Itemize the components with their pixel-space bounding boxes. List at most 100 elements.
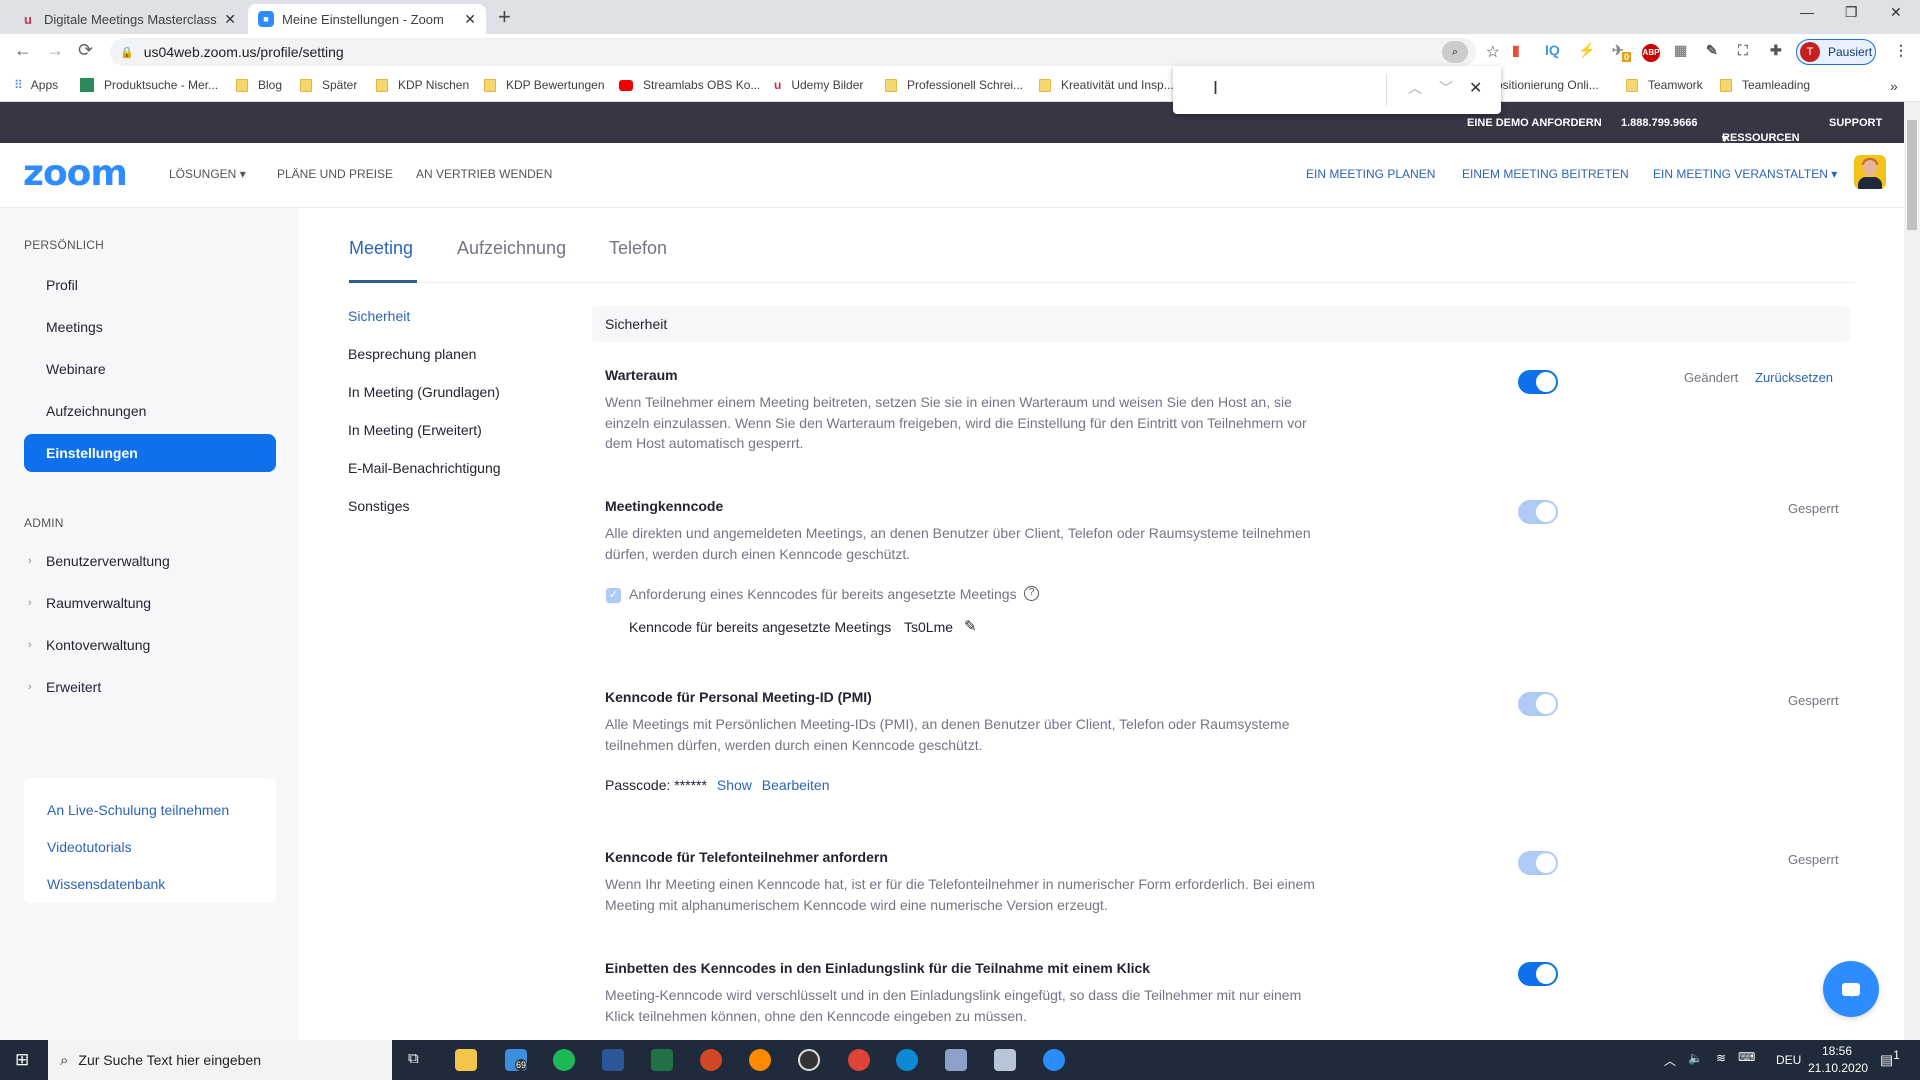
edge-icon[interactable]: [896, 1049, 918, 1071]
bookmark-apps[interactable]: ⠿ Apps: [14, 78, 58, 92]
adblock-icon[interactable]: ABP: [1642, 44, 1660, 62]
new-tab-button[interactable]: +: [498, 4, 511, 30]
edit-passcode-link[interactable]: Bearbeiten: [762, 777, 830, 793]
forward-icon[interactable]: →: [46, 40, 64, 61]
find-previous-icon[interactable]: ︿: [1408, 78, 1422, 98]
profile-button[interactable]: T Pausiert: [1796, 39, 1876, 65]
tray-expand-icon[interactable]: ︿: [1664, 1052, 1676, 1069]
support-link[interactable]: SUPPORT: [1829, 117, 1882, 129]
tab-phone[interactable]: Telefon: [609, 238, 667, 259]
toggle-pmi-passcode[interactable]: [1518, 692, 1558, 716]
url-field[interactable]: 🔒 us04web.zoom.us/profile/setting ⌕ ☆: [110, 38, 1500, 66]
excel-icon[interactable]: [651, 1049, 673, 1071]
app-icon[interactable]: [994, 1049, 1016, 1071]
knowledge-base-link[interactable]: Wissensdatenbank: [47, 876, 165, 892]
obs-icon[interactable]: [798, 1049, 820, 1071]
clock-date[interactable]: 21.10.2020: [1808, 1061, 1868, 1075]
app-icon[interactable]: [945, 1049, 967, 1071]
windows-start-icon[interactable]: ⊞: [15, 1050, 29, 1070]
task-view-icon[interactable]: ⧉: [408, 1050, 419, 1067]
bookmark-item[interactable]: Blog: [236, 78, 282, 92]
bookmark-item[interactable]: KDP Bewertungen: [484, 78, 605, 92]
eyedropper-icon[interactable]: ✎: [1706, 42, 1718, 59]
language-indicator[interactable]: DEU: [1776, 1053, 1801, 1067]
bookmark-item[interactable]: KDP Nischen: [376, 78, 469, 92]
toggle-embed-passcode[interactable]: [1518, 962, 1558, 986]
sidebar-item-recordings[interactable]: Aufzeichnungen: [24, 392, 276, 430]
extension-rainbow-icon[interactable]: ▮: [1512, 42, 1520, 59]
request-demo-link[interactable]: EINE DEMO ANFORDERN: [1467, 117, 1602, 129]
sidebar-item-settings[interactable]: Einstellungen: [24, 434, 276, 472]
file-explorer-icon[interactable]: [455, 1049, 477, 1071]
app-icon[interactable]: [749, 1049, 771, 1071]
zoom-app-icon[interactable]: [1043, 1049, 1065, 1071]
sidebar-item-user-management[interactable]: › Benutzerverwaltung: [24, 542, 276, 580]
phone-link[interactable]: 1.888.799.9666: [1621, 117, 1697, 129]
host-meeting-menu[interactable]: EIN MEETING VERANSTALTEN ▾: [1653, 167, 1837, 181]
bookmark-item[interactable]: u Udemy Bilder: [774, 78, 863, 92]
close-find-icon[interactable]: ✕: [1469, 78, 1482, 98]
scrollbar-thumb[interactable]: [1907, 120, 1917, 230]
chrome-icon[interactable]: [848, 1049, 870, 1071]
subnav-other[interactable]: Sonstiges: [348, 498, 409, 514]
sidebar-item-room-management[interactable]: › Raumverwaltung: [24, 584, 276, 622]
live-training-link[interactable]: An Live-Schulung teilnehmen: [47, 802, 229, 818]
wifi-icon[interactable]: ≋: [1716, 1051, 1726, 1065]
edit-pencil-icon[interactable]: ✎: [964, 617, 977, 635]
spotify-icon[interactable]: [553, 1049, 575, 1071]
more-bookmarks-button[interactable]: »: [1890, 78, 1898, 94]
restore-icon[interactable]: ❐: [1845, 4, 1858, 21]
extension-plane-icon[interactable]: ✈ 0: [1612, 42, 1632, 62]
bookmark-item[interactable]: Professionell Schrei...: [885, 78, 1023, 92]
subnav-in-meeting-advanced[interactable]: In Meeting (Erweitert): [348, 422, 482, 438]
schedule-meeting-link[interactable]: EIN MEETING PLANEN: [1306, 167, 1435, 181]
bookmark-item[interactable]: Später: [300, 78, 357, 92]
sidebar-item-meetings[interactable]: Meetings: [24, 308, 276, 346]
extension-lightning-icon[interactable]: ⚡: [1578, 42, 1595, 59]
taskbar-search[interactable]: ⌕ Zur Suche Text hier eingeben: [48, 1040, 392, 1080]
back-icon[interactable]: ←: [14, 40, 32, 61]
extension-grid-icon[interactable]: ▦: [1674, 42, 1687, 59]
sidebar-item-account-management[interactable]: › Kontoverwaltung: [24, 626, 276, 664]
tab-recording[interactable]: Aufzeichnung: [457, 238, 566, 259]
bookmark-star-icon[interactable]: ☆: [1486, 42, 1500, 62]
bookmark-item[interactable]: Kreativität und Insp...: [1039, 78, 1174, 92]
user-avatar[interactable]: [1854, 155, 1886, 189]
powerpoint-icon[interactable]: [700, 1049, 722, 1071]
mail-icon[interactable]: 69: [505, 1049, 528, 1071]
browser-tab-zoom[interactable]: ■ Meine Einstellungen - Zoom ✕: [248, 4, 486, 34]
zoom-logo[interactable]: zoom: [23, 153, 128, 194]
keyboard-icon[interactable]: ⌨: [1738, 1050, 1755, 1064]
subnav-schedule-meeting[interactable]: Besprechung planen: [348, 346, 476, 362]
reset-link[interactable]: Zurücksetzen: [1755, 370, 1833, 385]
bookmark-item[interactable]: Streamlabs OBS Ko...: [619, 78, 760, 92]
bookmark-item[interactable]: ositionierung Onli...: [1496, 78, 1599, 92]
close-tab-icon[interactable]: ✕: [464, 11, 476, 28]
find-in-page-icon[interactable]: ⌕: [1442, 41, 1468, 63]
find-next-icon[interactable]: ﹀: [1439, 78, 1453, 98]
video-tutorials-link[interactable]: Videotutorials: [47, 839, 132, 855]
show-passcode-link[interactable]: Show: [717, 777, 752, 793]
chat-button[interactable]: [1823, 961, 1879, 1017]
word-icon[interactable]: [602, 1049, 624, 1071]
reload-icon[interactable]: ⟳: [78, 40, 93, 61]
page-scrollbar[interactable]: [1904, 102, 1920, 1040]
subnav-in-meeting-basic[interactable]: In Meeting (Grundlagen): [348, 384, 500, 400]
sidebar-item-profile[interactable]: Profil: [24, 266, 276, 304]
require-passcode-checkbox[interactable]: ✓: [606, 588, 621, 603]
toggle-meeting-passcode[interactable]: [1518, 500, 1558, 524]
browser-tab-udemy[interactable]: u Digitale Meetings Masterclass: Be ✕: [10, 4, 246, 34]
subnav-security[interactable]: Sicherheit: [348, 308, 410, 324]
join-meeting-link[interactable]: EINEM MEETING BEITRETEN: [1462, 167, 1629, 181]
help-icon[interactable]: ?: [1024, 586, 1039, 601]
nav-solutions[interactable]: LÖSUNGEN ▾: [169, 167, 246, 181]
close-tab-icon[interactable]: ✕: [224, 11, 236, 28]
fullscreen-icon[interactable]: ⛶: [1738, 42, 1748, 59]
close-window-icon[interactable]: ✕: [1890, 4, 1902, 21]
sidebar-item-webinars[interactable]: Webinare: [24, 350, 276, 388]
extensions-puzzle-icon[interactable]: ✚: [1770, 42, 1782, 59]
sidebar-item-advanced[interactable]: › Erweitert: [24, 668, 276, 706]
extension-iq-icon[interactable]: IQ: [1545, 42, 1560, 58]
bookmark-item[interactable]: Teamleading: [1720, 78, 1810, 92]
nav-contact-sales[interactable]: AN VERTRIEB WENDEN: [416, 167, 552, 181]
